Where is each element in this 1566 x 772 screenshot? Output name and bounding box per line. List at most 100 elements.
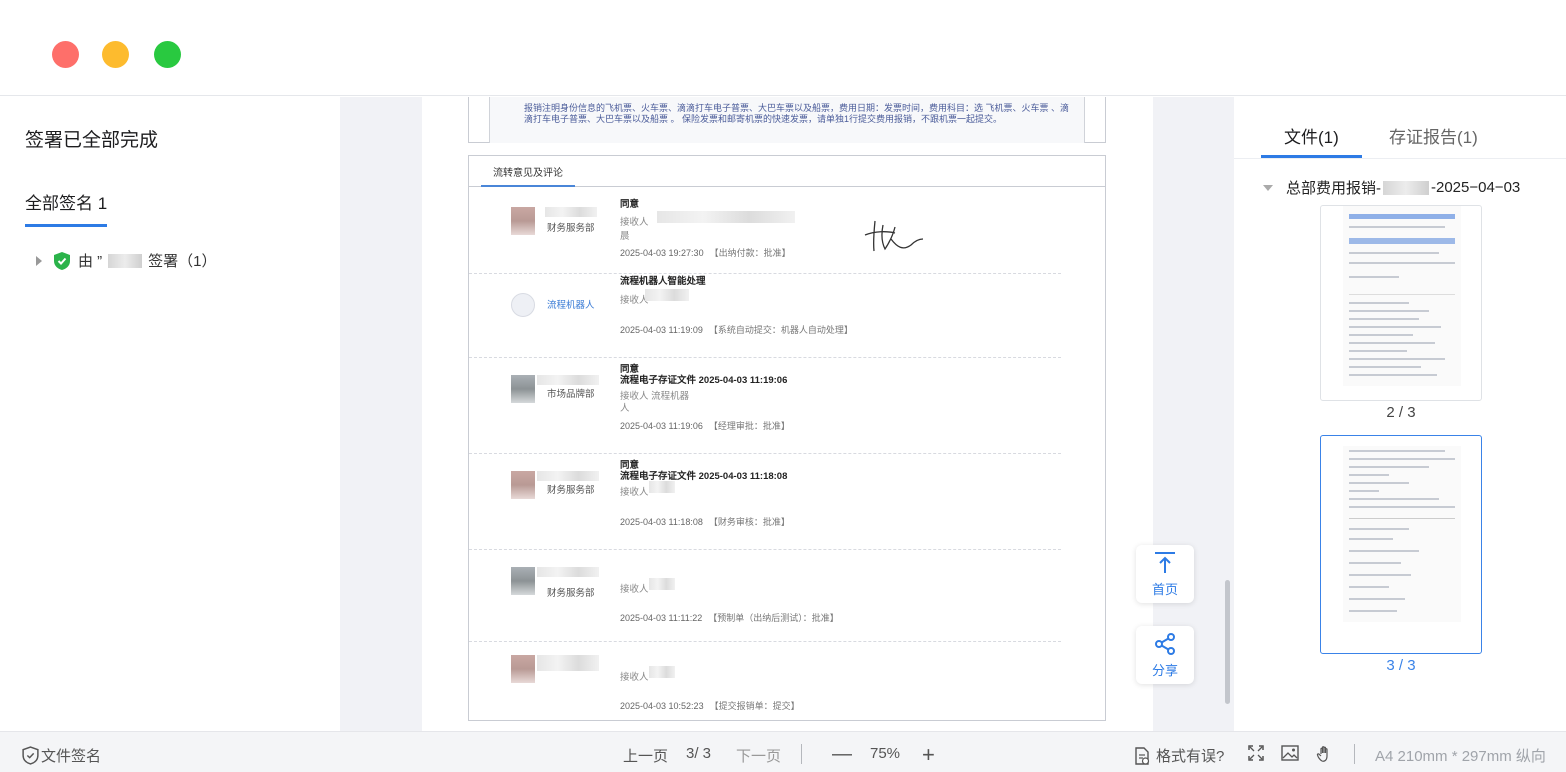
entry-action: 【出纳付款：批准】 bbox=[709, 248, 791, 258]
title-bar bbox=[0, 0, 1566, 96]
document-tree-item[interactable]: 总部费用报销- -2025−04−03 bbox=[1263, 177, 1520, 198]
entry-action: 【系统自动提交：机器人自动处理】 bbox=[708, 325, 853, 335]
toolbar-divider bbox=[1354, 744, 1355, 764]
zoom-level: 75% bbox=[870, 745, 900, 762]
entry-action: 【预制单（出纳后测试）：批准】 bbox=[708, 613, 839, 623]
thumb-line bbox=[1349, 252, 1439, 254]
zoom-out-button[interactable]: — bbox=[832, 743, 852, 766]
document-title-suffix: -2025−04−03 bbox=[1431, 179, 1521, 196]
thumb-line bbox=[1349, 358, 1445, 360]
entry-receiver-label: 接收人 bbox=[620, 672, 649, 683]
prev-page-label: 上一页 bbox=[623, 748, 669, 765]
maximize-window-button[interactable] bbox=[154, 41, 181, 68]
page-thumbnail[interactable] bbox=[1320, 205, 1482, 401]
entry-receiver-label: 接收人 bbox=[620, 217, 649, 228]
format-error-button[interactable]: 格式有误? bbox=[1134, 745, 1224, 766]
thumb-line bbox=[1349, 458, 1455, 460]
thumb-line bbox=[1349, 528, 1409, 530]
image-mode-button[interactable] bbox=[1281, 745, 1299, 761]
expand-caret-icon[interactable] bbox=[36, 255, 42, 266]
tab-files[interactable]: 文件(1) bbox=[1284, 123, 1339, 148]
expense-note-box: 报销注明身份信息的飞机票、火车票、滴滴打车电子普票、大巴车票以及船票，费用日期：… bbox=[468, 97, 1106, 143]
thumb-line bbox=[1349, 482, 1409, 484]
entry-receiver-label: 接收人 流程机器 bbox=[620, 391, 690, 402]
close-window-button[interactable] bbox=[52, 41, 79, 68]
expense-note-text: 报销注明身份信息的飞机票、火车票、滴滴打车电子普票、大巴车票以及船票，费用日期：… bbox=[489, 97, 1085, 143]
comments-tab-bar: 流转意见及评论 bbox=[469, 156, 1105, 187]
sign-status-text: 签署已全部完成 bbox=[25, 130, 159, 151]
document-title-redacted bbox=[1383, 180, 1429, 195]
share-button[interactable]: 分享 bbox=[1136, 626, 1194, 684]
redacted-text bbox=[645, 289, 689, 301]
entry-date: 2025-04-03 11:18:08 bbox=[620, 517, 703, 527]
prev-page-button[interactable]: 上一页 bbox=[623, 745, 668, 766]
thumb-line bbox=[1349, 342, 1435, 344]
minimize-window-button[interactable] bbox=[102, 41, 129, 68]
comment-entry: 财务服务部 同意 流程电子存证文件 2025-04-03 11:18:08 接收… bbox=[469, 457, 1105, 553]
entry-dept: 市场品牌部 bbox=[547, 389, 595, 400]
page-indicator: 3/ 3 bbox=[686, 745, 711, 762]
thumb-line bbox=[1349, 238, 1455, 244]
entry-action: 【经理审批：批准】 bbox=[708, 421, 790, 431]
tab-evidence-report[interactable]: 存证报告(1) bbox=[1389, 123, 1478, 148]
entry-dept: 财务服务部 bbox=[547, 588, 595, 599]
scrollbar-thumb[interactable] bbox=[1225, 580, 1230, 704]
thumb-line bbox=[1349, 518, 1455, 519]
thumb-line bbox=[1349, 276, 1399, 278]
fullscreen-button[interactable] bbox=[1248, 745, 1264, 761]
next-page-button[interactable]: 下一页 bbox=[736, 745, 781, 766]
page-indicator-text: 3/ 3 bbox=[686, 745, 712, 762]
zoom-in-button[interactable]: + bbox=[922, 742, 935, 768]
avatar bbox=[511, 655, 535, 683]
thumb-line bbox=[1349, 550, 1419, 552]
thumb-line bbox=[1349, 350, 1407, 352]
page-thumbnail-selected[interactable] bbox=[1320, 435, 1482, 654]
next-page-label: 下一页 bbox=[736, 748, 782, 765]
avatar bbox=[511, 375, 535, 403]
comments-section: 流转意见及评论 财务服务部 同意 接收人 晨 2025-04-03 19:27:… bbox=[468, 155, 1106, 721]
entry-receiver-extra: 晨 bbox=[620, 231, 630, 242]
file-signature-button[interactable]: 文件签名 bbox=[22, 745, 101, 766]
entry-receiver-label: 接收人 bbox=[620, 584, 649, 595]
thumb-line bbox=[1349, 294, 1455, 295]
file-panel: 文件(1) 存证报告(1) 总部费用报销- -2025−04−03 2 / 3 … bbox=[1234, 97, 1566, 731]
toolbar-divider bbox=[801, 744, 802, 764]
thumb-line bbox=[1349, 610, 1397, 612]
thumb-line bbox=[1349, 538, 1393, 540]
thumb-line bbox=[1349, 262, 1455, 264]
thumb-line bbox=[1349, 490, 1379, 492]
thumb-line bbox=[1349, 450, 1445, 452]
thumb-line bbox=[1349, 334, 1413, 336]
tab-comments[interactable]: 流转意见及评论 bbox=[481, 156, 575, 187]
pan-tool-button[interactable] bbox=[1316, 745, 1334, 763]
thumb-line bbox=[1349, 574, 1411, 576]
document-viewer[interactable]: 报销注明身份信息的飞机票、火车票、滴滴打车电子普票、大巴车票以及船票，费用日期：… bbox=[340, 97, 1234, 731]
entry-line: 流程电子存证文件 2025-04-03 11:19:06 bbox=[620, 375, 788, 386]
entry-separator bbox=[469, 453, 1061, 454]
avatar bbox=[511, 207, 535, 235]
document-page: 报销注明身份信息的飞机票、火车票、滴滴打车电子普票、大巴车票以及船票，费用日期：… bbox=[422, 97, 1153, 731]
thumb-line bbox=[1349, 498, 1439, 500]
entry-date: 2025-04-03 11:19:06 bbox=[620, 421, 703, 431]
document-title-prefix: 总部费用报销- bbox=[1286, 180, 1381, 197]
page-number-label: 2 / 3 bbox=[1386, 404, 1416, 421]
zoom-level-text: 75% bbox=[870, 745, 901, 762]
thumb-line bbox=[1349, 586, 1389, 588]
thumb-line bbox=[1349, 302, 1409, 304]
handwritten-signature bbox=[864, 220, 924, 252]
thumb-line bbox=[1349, 226, 1445, 228]
thumb-line bbox=[1349, 326, 1441, 328]
signer-row[interactable]: 由 ” 签署（1） bbox=[36, 250, 217, 271]
entry-dept[interactable]: 流程机器人 bbox=[547, 297, 595, 311]
collapse-caret-icon[interactable] bbox=[1263, 184, 1273, 191]
tab-all-signatures[interactable]: 全部签名 1 bbox=[25, 189, 108, 227]
entry-action: 【提交报销单：提交】 bbox=[709, 701, 800, 711]
entry-meta: 2025-04-03 19:27:30 【出纳付款：批准】 bbox=[620, 246, 791, 259]
page-number-label-selected: 3 / 3 bbox=[1386, 657, 1416, 674]
comment-entry: 财务服务部 接收人 2025-04-03 11:11:22 【预制单（出纳后测试）… bbox=[469, 553, 1105, 642]
robot-avatar-icon bbox=[511, 293, 535, 317]
entry-separator bbox=[469, 357, 1061, 358]
back-to-top-button[interactable]: 首页 bbox=[1136, 545, 1194, 603]
shield-check-icon bbox=[22, 746, 39, 765]
redacted-text bbox=[649, 578, 675, 590]
